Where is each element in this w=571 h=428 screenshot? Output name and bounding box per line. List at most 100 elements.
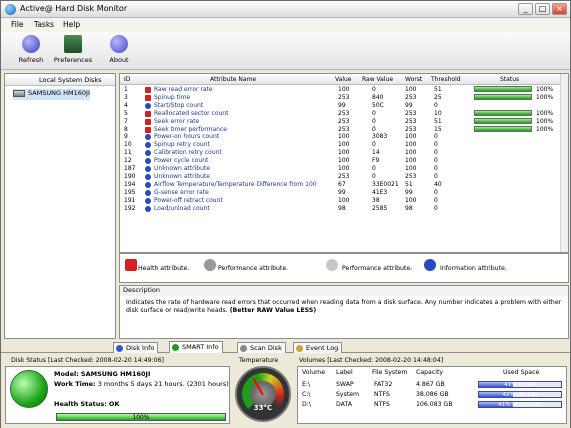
row-raw: 2585 [372,204,388,212]
row-id: 9 [124,133,128,141]
table-row[interactable]: 191 Power-off retract count 100 38 100 0 [120,197,561,205]
used-space-bar: 41% (2 GB) [478,381,562,388]
row-attribute: G-sense error rate [154,188,209,196]
volume-row[interactable]: E:\ SWAP FAT32 4.867 GB 41% (2 GB) [298,380,568,389]
col-raw[interactable]: Raw Value [362,76,393,83]
row-worst: 98 [405,204,413,212]
table-row[interactable]: 4 Start/Stop count 99 50C 99 0 [120,102,561,110]
status-percent: 100% [536,93,554,101]
row-threshold: 0 [434,196,438,204]
col-attribute[interactable]: Attribute Name [210,76,256,83]
health-attribute-icon [145,126,151,133]
description-panel: Description Indicates the rate of hardwa… [119,285,569,339]
tab-disk-info[interactable]: Disk Info [113,342,159,353]
table-scrollbar[interactable] [560,74,568,252]
row-raw: 0 [372,141,376,149]
status-bar [474,86,532,92]
description-body: Indicates the rate of hardware read erro… [126,299,562,314]
table-row[interactable]: 194 Airflow Temperature/Temperature Diffe… [120,181,561,189]
table-row[interactable]: 5 Reallocated sector count 253 0 253 10 100% [120,109,561,118]
row-attribute: Seek timer performance [154,125,227,133]
volume-row[interactable]: D:\ DATA NTFS 106.083 GB 41% (43.53 GB) [298,400,568,409]
row-raw: 0 [372,109,376,117]
refresh-label: Refresh [18,56,44,64]
used-space-bar: 41% (43.53 GB) [478,401,562,408]
table-row[interactable]: 7 Seek error rate 253 0 253 51 100% [120,117,561,126]
table-row[interactable]: 8 Seek timer performance 253 0 253 15 100% [120,125,561,134]
table-row[interactable]: 9 Power-on hours count 100 3083 100 0 [120,133,561,141]
row-threshold: 0 [434,149,438,157]
row-raw: 41E3 [372,188,388,196]
tab-bar: Disk Info SMART Info Scan Disk Event Log [1,341,570,353]
col-status[interactable]: Status [500,76,519,83]
sidebar-item-drive[interactable]: SAMSUNG HM160JI [13,89,90,100]
row-raw: 840 [372,93,384,101]
table-row[interactable]: 187 Unknown attribute 100 0 100 0 [120,165,561,173]
used-space-label: 42% (16 GB) [502,392,538,398]
table-row[interactable]: 1 Raw read error rate 100 0 100 51 100% [120,86,561,94]
menu-help[interactable]: Help [63,20,80,29]
volume-row[interactable]: C:\ System NTFS 38.086 GB 42% (16 GB) [298,390,568,399]
table-row[interactable]: 192 Load/unload count 98 2585 98 0 [120,205,561,213]
close-button[interactable]: × [552,3,567,15]
used-space-bar: 42% (16 GB) [478,391,562,398]
status-percent: 100% [536,125,554,133]
health-attribute-icon [145,118,151,125]
window-title: Active@ Hard Disk Monitor [20,4,128,13]
col-value[interactable]: Value [335,76,351,83]
volume-label: System [336,391,360,398]
row-raw: 0 [372,172,376,180]
maximize-button[interactable]: □ [535,3,550,15]
table-row[interactable]: 11 Calibration retry count 100 14 100 0 [120,149,561,157]
row-value: 99 [338,101,346,109]
row-id: 191 [124,196,136,204]
menu-tasks[interactable]: Tasks [34,20,54,29]
legend-performance-2: Performance attribute. [342,265,413,272]
table-row[interactable]: 3 Spinup time 253 840 253 25 100% [120,93,561,102]
refresh-button[interactable]: Refresh [11,35,51,68]
row-raw: 38 [372,196,380,204]
volumes-header: Volumes [Last Checked: 2008-02-20 14:48:… [299,357,444,364]
row-threshold: 51 [434,117,442,125]
vol-col-label: Label [336,369,353,376]
row-attribute: Unknown attribute [154,165,210,172]
row-attribute: Seek error rate [154,117,200,125]
minimize-button[interactable]: _ [518,3,533,15]
tab-smart-info[interactable]: SMART Info [169,341,223,353]
volume-letter: E:\ [302,381,311,388]
row-threshold: 0 [434,188,438,196]
col-threshold[interactable]: Threshold [431,76,461,83]
row-worst: 253 [405,172,417,180]
table-row[interactable]: 195 G-sense error rate 99 41E3 99 0 [120,189,561,197]
row-raw: 33E0021 [372,180,399,188]
tab-event-log[interactable]: Event Log [293,342,343,353]
tab-scan-disk[interactable]: Scan Disk [237,342,286,353]
tab-label: Disk Info [126,344,155,352]
hard-disk-icon [13,89,25,97]
row-id: 10 [124,141,132,149]
row-worst: 100 [405,196,417,204]
row-worst: 253 [405,109,417,117]
health-attribute-icon [145,87,151,93]
info-attribute-icon [145,158,151,165]
preferences-button[interactable]: Preferences [53,35,93,68]
table-row[interactable]: 10 Spinup retry count 100 0 100 0 [120,141,561,149]
col-worst[interactable]: Worst [405,76,422,83]
row-id: 195 [124,188,136,196]
row-raw: F9 [372,157,380,165]
drive-name: SAMSUNG HM160JI [28,89,90,97]
info-attribute-icon [145,166,151,172]
row-attribute: Spinup time [154,93,191,101]
status-fill [475,118,531,123]
row-worst: 100 [405,149,417,157]
about-button[interactable]: About [99,35,139,68]
row-attribute: Reallocated sector count [154,109,229,117]
col-id[interactable]: ID [124,76,130,83]
table-row[interactable]: 12 Power cycle count 100 F9 100 0 [120,157,561,165]
row-value: 100 [338,133,350,141]
status-percent: 100% [536,117,554,125]
menu-file[interactable]: File [11,20,24,29]
row-value: 100 [338,157,350,165]
table-row[interactable]: 190 Unknown attribute 253 0 253 0 [120,173,561,181]
scan-disk-icon [240,345,247,352]
